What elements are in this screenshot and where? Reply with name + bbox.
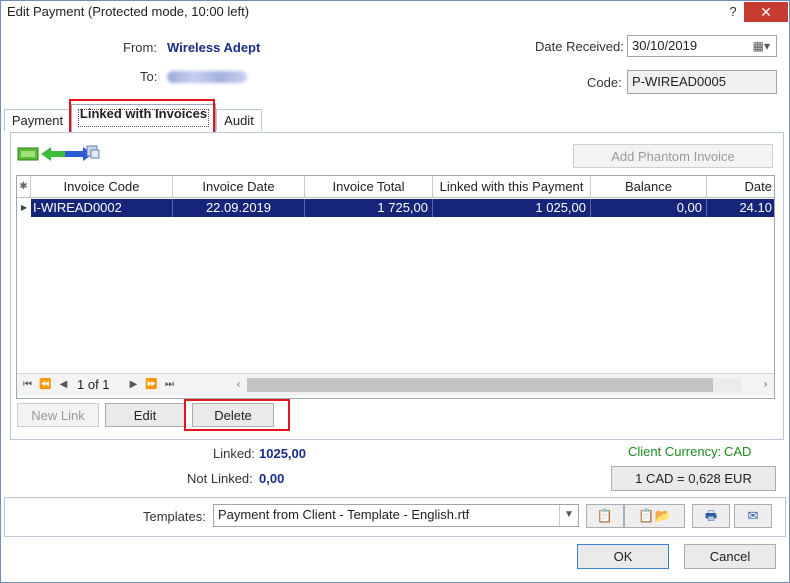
linked-label: Linked: [213, 446, 255, 461]
from-value: Wireless Adept [167, 40, 261, 55]
date-received-field[interactable]: 30/10/2019 ▦▾ [627, 35, 777, 57]
prev-page-fast-icon[interactable]: ⏪ [37, 376, 54, 393]
edit-button[interactable]: Edit [105, 403, 185, 427]
client-currency-label: Client Currency: [628, 444, 722, 459]
last-page-icon[interactable]: ⏭ [161, 376, 178, 393]
col-invoice-total[interactable]: Invoice Total [305, 176, 433, 197]
tab-highlight-box [69, 99, 215, 134]
cancel-button[interactable]: Cancel [684, 544, 776, 569]
cell-balance[interactable]: 0,00 [591, 199, 707, 217]
cell-date[interactable]: 24.10 [707, 199, 774, 217]
cell-invoice-code[interactable]: I-WIREAD0002 [31, 199, 173, 217]
next-page-fast-icon[interactable]: ⏩ [143, 376, 160, 393]
templates-label: Templates: [143, 509, 206, 524]
tab-payment[interactable]: Payment [4, 109, 71, 131]
tab-audit-label: Audit [224, 113, 254, 128]
not-linked-value: 0,00 [259, 471, 285, 486]
invoices-grid: ✱ Invoice Code Invoice Date Invoice Tota… [16, 175, 775, 399]
add-phantom-invoice-button[interactable]: Add Phantom Invoice [573, 144, 773, 168]
templates-select[interactable]: Payment from Client - Template - English… [213, 504, 579, 527]
grid-header: ✱ Invoice Code Invoice Date Invoice Tota… [17, 176, 774, 198]
table-row[interactable]: ▶ I-WIREAD0002 22.09.2019 1 725,00 1 025… [17, 199, 774, 217]
col-invoice-code[interactable]: Invoice Code [31, 176, 173, 197]
template-email-button[interactable]: ✉ [734, 504, 772, 528]
tab-payment-label: Payment [11, 113, 64, 128]
col-linked-with-payment[interactable]: Linked with this Payment [433, 176, 591, 197]
template-copy-button[interactable]: 📋 [586, 504, 624, 528]
clipboard-folder-icon: 📋📂 [638, 508, 671, 523]
chevron-down-icon[interactable]: ▼ [559, 505, 578, 526]
client-currency-value: CAD [724, 444, 752, 459]
row-pointer-icon: ▶ [20, 203, 28, 212]
scroll-right-icon[interactable]: › [757, 376, 774, 393]
linked-value: 1025,00 [259, 446, 306, 461]
col-balance[interactable]: Balance [591, 176, 707, 197]
calendar-dropdown-icon[interactable]: ▦▾ [753, 36, 770, 56]
cell-linked-amount[interactable]: 1 025,00 [433, 199, 591, 217]
link-money-icon [17, 145, 100, 161]
help-button[interactable]: ? [723, 3, 743, 21]
close-button[interactable]: ✕ [744, 2, 788, 22]
prev-page-icon[interactable]: ◀ [55, 376, 72, 393]
row-indicator-header: ✱ [17, 176, 31, 197]
next-page-icon[interactable]: ▶ [125, 376, 142, 393]
new-link-button[interactable]: New Link [17, 403, 99, 427]
delete-highlight-box [184, 399, 290, 431]
cell-invoice-total[interactable]: 1 725,00 [305, 199, 433, 217]
scrollbar-thumb[interactable] [247, 378, 713, 392]
pager-text: 1 of 1 [77, 377, 110, 392]
col-invoice-date[interactable]: Invoice Date [173, 176, 305, 197]
to-label: To: [140, 69, 158, 84]
first-page-icon[interactable]: ⏮ [19, 376, 36, 393]
tab-audit[interactable]: Audit [216, 109, 262, 131]
clipboard-icon: 📋 [596, 508, 614, 523]
scroll-left-icon[interactable]: ‹ [230, 376, 247, 393]
template-open-button[interactable]: 📋📂 [624, 504, 685, 528]
not-linked-label: Not Linked: [187, 471, 253, 486]
from-label: From: [123, 40, 157, 55]
date-received-value: 30/10/2019 [632, 38, 698, 53]
ok-button[interactable]: OK [577, 544, 669, 569]
exchange-rate-button[interactable]: 1 CAD = 0,628 EUR [611, 466, 776, 491]
code-label: Code: [587, 75, 622, 90]
date-received-label: Date Received: [535, 39, 624, 54]
grid-navigator: ⏮ ⏪ ◀ 1 of 1 ▶ ⏩ ⏭ ‹ › [17, 373, 774, 396]
to-value-redacted [167, 71, 247, 83]
cell-invoice-date[interactable]: 22.09.2019 [173, 199, 305, 217]
templates-selected: Payment from Client - Template - English… [218, 507, 470, 522]
window-title: Edit Payment (Protected mode, 10:00 left… [7, 4, 250, 19]
code-field[interactable]: P-WIREAD0005 [627, 70, 777, 94]
envelope-icon: ✉ [747, 508, 759, 523]
printer-icon: 🖶 [704, 508, 718, 523]
title-bar[interactable]: Edit Payment (Protected mode, 10:00 left… [1, 1, 789, 23]
template-print-button[interactable]: 🖶 [692, 504, 730, 528]
code-value: P-WIREAD0005 [632, 74, 726, 89]
col-date[interactable]: Date [707, 176, 774, 197]
